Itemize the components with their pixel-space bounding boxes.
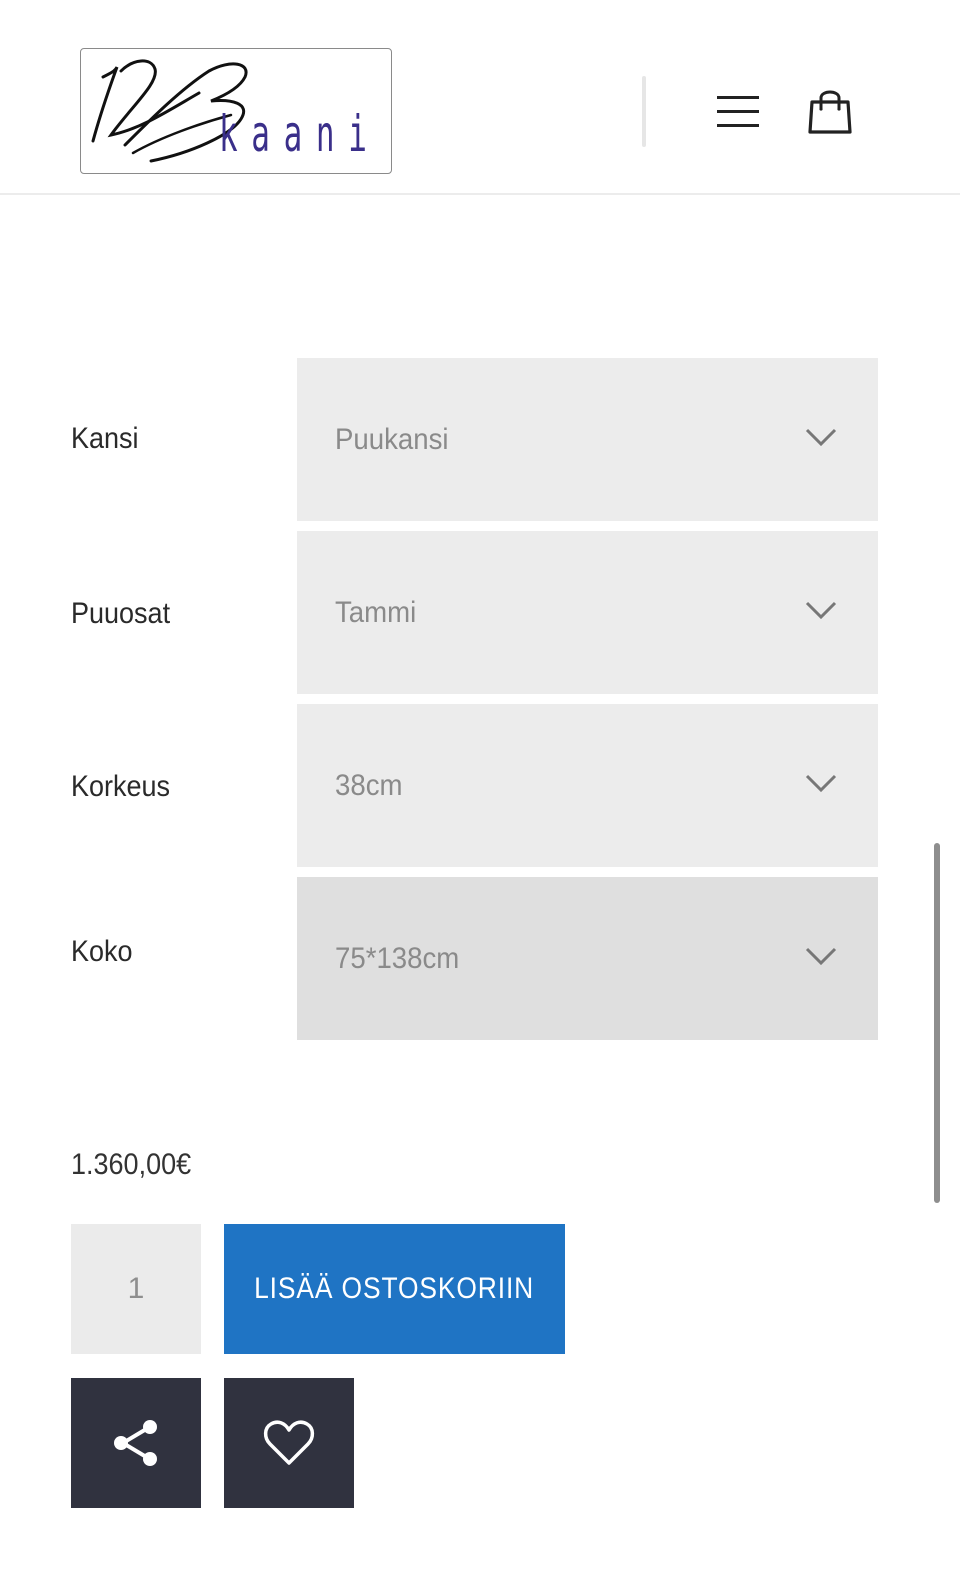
option-row-puuosat: Puuosat Tammi xyxy=(0,531,960,694)
option-row-kansi: Kansi Puukansi xyxy=(0,358,960,521)
koko-select[interactable]: 75*138cm xyxy=(297,877,878,1040)
header-divider xyxy=(642,76,646,147)
kansi-select[interactable]: Puukansi xyxy=(297,358,878,521)
product-price: 1.360,00€ xyxy=(71,1148,192,1181)
page-scrollbar[interactable] xyxy=(934,843,940,1203)
share-button[interactable] xyxy=(71,1378,201,1508)
wishlist-button[interactable] xyxy=(224,1378,354,1508)
select-value: 75*138cm xyxy=(335,941,460,975)
heart-icon xyxy=(263,1420,315,1465)
chevron-down-icon xyxy=(805,428,837,446)
hamburger-menu-icon[interactable] xyxy=(712,90,764,134)
chevron-down-icon xyxy=(805,601,837,619)
option-label: Korkeus xyxy=(71,770,171,803)
logo-wordmark: kaani xyxy=(219,105,381,163)
select-value: 38cm xyxy=(335,768,403,802)
option-label: Koko xyxy=(71,935,133,968)
option-row-korkeus: Korkeus 38cm xyxy=(0,704,960,867)
option-label: Puuosat xyxy=(71,597,171,630)
chevron-down-icon xyxy=(805,947,837,965)
add-to-cart-button[interactable]: LISÄÄ OSTOSKORIIN xyxy=(224,1224,565,1354)
option-label: Kansi xyxy=(71,422,139,455)
share-icon xyxy=(114,1420,157,1466)
chevron-down-icon xyxy=(805,774,837,792)
shopping-bag-icon[interactable] xyxy=(806,86,854,136)
add-to-cart-label: LISÄÄ OSTOSKORIIN xyxy=(254,1272,535,1305)
option-row-koko: Koko 75*138cm xyxy=(0,877,960,1040)
site-header: kaani xyxy=(0,0,960,195)
select-value: Puukansi xyxy=(335,422,449,456)
puuosat-select[interactable]: Tammi xyxy=(297,531,878,694)
select-value: Tammi xyxy=(335,595,417,629)
site-logo[interactable]: kaani xyxy=(80,48,392,174)
korkeus-select[interactable]: 38cm xyxy=(297,704,878,867)
quantity-input[interactable] xyxy=(71,1224,201,1354)
